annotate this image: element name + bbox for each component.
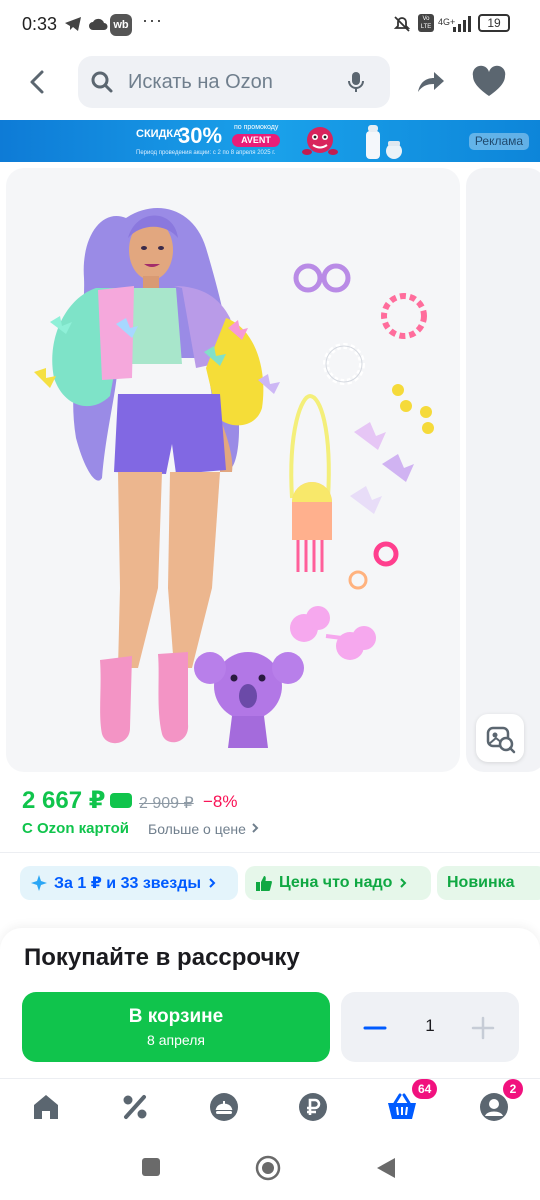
search-icon bbox=[91, 71, 113, 93]
ad-period: Период проведения акции: с 2 по 8 апреля… bbox=[136, 150, 276, 156]
product-price: 2 667 ₽ bbox=[22, 787, 106, 814]
status-bar: 0:33 wb ··· Vo LTE 4G+ 19 bbox=[0, 0, 540, 52]
back-triangle-icon[interactable] bbox=[375, 1156, 397, 1180]
chip-good-price-label: Цена что надо bbox=[279, 874, 393, 891]
ad-promo-code: AVENT bbox=[232, 134, 280, 147]
ad-banner[interactable]: СКИДКА 30% по промокоду AVENT Период про… bbox=[0, 120, 540, 162]
price-details-label: Больше о цене bbox=[148, 821, 246, 837]
quantity-stepper: 1 bbox=[341, 992, 519, 1062]
thumbs-up-icon bbox=[256, 876, 272, 891]
ozon-card-icon bbox=[110, 793, 132, 808]
volte-icon: Vo LTE bbox=[418, 14, 434, 32]
share-button[interactable] bbox=[412, 64, 448, 100]
chevron-right-icon bbox=[252, 823, 259, 833]
share-icon bbox=[418, 72, 444, 92]
price-details-link[interactable]: Больше о цене bbox=[148, 821, 260, 837]
delivery-date: 8 апреля bbox=[147, 1032, 205, 1048]
cloud-icon bbox=[88, 14, 108, 34]
ad-bottle-image bbox=[366, 125, 402, 159]
plus-button[interactable] bbox=[471, 1016, 495, 1040]
chip-new[interactable]: Новинка bbox=[437, 866, 540, 900]
chip-stars[interactable]: За 1 ₽ и 33 звезды bbox=[20, 866, 238, 900]
image-search-button[interactable] bbox=[476, 714, 524, 762]
chip-stars-label: За 1 ₽ и 33 звезды bbox=[54, 875, 202, 892]
bottom-nav: 64 2 bbox=[0, 1078, 540, 1138]
fresh-icon[interactable] bbox=[208, 1091, 240, 1123]
search-bar[interactable]: Искать на Ozon bbox=[78, 56, 390, 108]
profile-badge: 2 bbox=[503, 1079, 523, 1099]
percent-icon[interactable] bbox=[119, 1091, 151, 1123]
search-placeholder: Искать на Ozon bbox=[128, 71, 273, 93]
battery-level: 19 bbox=[487, 16, 501, 30]
ruble-icon[interactable] bbox=[297, 1091, 329, 1123]
top-header: Искать на Ozon bbox=[0, 52, 540, 118]
heart-icon bbox=[472, 65, 506, 96]
ad-promo-caption: по промокоду bbox=[234, 124, 279, 131]
in-cart-label: В корзине bbox=[128, 1006, 224, 1027]
minus-button[interactable] bbox=[363, 1016, 387, 1040]
home-icon[interactable] bbox=[30, 1091, 62, 1123]
ad-label: Реклама bbox=[469, 133, 529, 150]
home-circle-icon[interactable] bbox=[255, 1155, 281, 1181]
next-image-preview[interactable] bbox=[466, 168, 540, 772]
recents-icon[interactable] bbox=[141, 1157, 161, 1177]
cart-icon[interactable] bbox=[386, 1091, 418, 1123]
ad-discount-word: СКИДКА bbox=[136, 128, 182, 140]
purchase-panel: Покупайте в рассрочку В корзине 8 апреля… bbox=[0, 928, 540, 1078]
chip-good-price[interactable]: Цена что надо bbox=[245, 866, 431, 900]
telegram-icon bbox=[64, 14, 82, 34]
cart-badge: 64 bbox=[412, 1079, 438, 1099]
installment-title[interactable]: Покупайте в рассрочку bbox=[24, 944, 300, 972]
ad-discount-value: 30% bbox=[178, 123, 223, 148]
chevron-left-icon bbox=[30, 70, 44, 94]
signal-icon bbox=[452, 14, 472, 34]
more-dots-icon: ··· bbox=[142, 9, 163, 30]
mute-icon bbox=[392, 14, 412, 34]
product-image-gallery[interactable] bbox=[6, 168, 460, 772]
sparkle-icon bbox=[31, 875, 47, 891]
ad-mascot-image bbox=[302, 127, 338, 155]
discount-percent: −8% bbox=[203, 792, 238, 811]
in-cart-button[interactable]: В корзине 8 апреля bbox=[22, 992, 330, 1062]
wb-app-icon: wb bbox=[110, 14, 132, 36]
favorite-button[interactable] bbox=[470, 64, 508, 100]
divider bbox=[0, 852, 540, 853]
chevron-right-icon bbox=[209, 878, 216, 888]
ozon-card-label: С Ozon картой bbox=[22, 820, 130, 837]
image-search-icon bbox=[486, 726, 516, 754]
microphone-icon[interactable] bbox=[344, 70, 368, 94]
product-doll-image bbox=[34, 208, 434, 748]
quantity-value: 1 bbox=[425, 1016, 435, 1035]
system-navigation bbox=[0, 1140, 540, 1200]
battery-icon: 19 bbox=[478, 14, 510, 32]
chip-new-label: Новинка bbox=[447, 874, 515, 891]
chevron-right-icon bbox=[400, 878, 407, 888]
old-price: 2 909 ₽ bbox=[139, 795, 194, 812]
status-time: 0:33 bbox=[22, 14, 58, 34]
back-button[interactable] bbox=[18, 62, 58, 102]
